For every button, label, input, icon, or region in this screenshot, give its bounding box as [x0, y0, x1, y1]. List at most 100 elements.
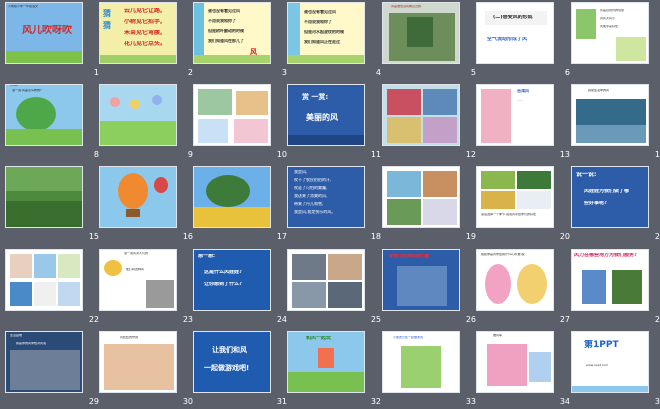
slide-text: 但是河水起波纹的时候	[304, 30, 344, 34]
slide-text: 读后选择一个季节,说说风带给你们的好处	[481, 213, 536, 216]
slide-thumbnail-slot[interactable]: (二)感受风的形成 空气流动形成了风 6	[476, 2, 570, 83]
slide-image-block	[198, 89, 232, 115]
slide-thumbnail-slot[interactable]: 读后选择一个季节,说说风带给你们的好处 20	[476, 166, 570, 247]
slide-thumbnail[interactable]	[382, 166, 460, 228]
slide-thumbnail-slot[interactable]: 感受生活中的风 14	[571, 84, 660, 165]
slide-text: 空气流动形成了风	[487, 37, 528, 42]
slide-thumbnail[interactable]: 风是自然界的现象 风有大有小 风能带来好处	[571, 2, 649, 64]
slide-text: 感受生活中的风	[588, 89, 610, 92]
slide-text: 些好事呢?	[584, 201, 607, 206]
slide-text: 说我们身边的风的力量	[389, 254, 429, 258]
slide-thumbnail-slot[interactable]: 17	[193, 166, 287, 247]
slide-thumbnail[interactable]: 说一说风对人们的 能打转这种风	[99, 249, 177, 311]
slide-image-block	[616, 37, 646, 61]
slide-thumbnail-slot[interactable]: 12	[382, 84, 476, 165]
slide-thumbnail[interactable]	[99, 166, 177, 228]
slide-image-block	[407, 17, 433, 47]
slide-thumbnail-slot[interactable]: 做风车 34	[476, 331, 570, 409]
slide-thumbnail-slot[interactable]: 生活园地 我是你的风你想对风说 29	[5, 331, 99, 409]
slide-thumbnail[interactable]: 谁也没有看见过风 不用说我和你了 但是树叶颤动的时候 我们知道风在那儿了风	[193, 2, 271, 64]
slide-text: 生活园地	[10, 85, 19, 87]
slide-thumbnail[interactable]: 风是谁也没有看见过的	[382, 2, 460, 64]
slide-thumbnail-slot[interactable]: 22	[5, 249, 99, 330]
slide-thumbnail[interactable]: 说一说: 风娃娃为我们做了哪 些好事呢?	[571, 166, 649, 228]
slide-thumbnail[interactable]	[5, 249, 83, 311]
slide-thumbnail-slot[interactable]: 和风一起玩 32	[287, 331, 381, 409]
slide-thumbnail-slot[interactable]: 25	[287, 249, 381, 330]
slide-thumbnail[interactable]: 生活园地 我是你的风你想对风说	[5, 331, 83, 393]
slide-thumbnail[interactable]: 和风一起玩	[287, 331, 365, 393]
slide-thumbnail-slot[interactable]: 谁也没有看见过风 不用说我和你了 但是河水起波纹的时候 我们知道风正在走过 4	[287, 2, 381, 83]
slide-thumbnail[interactable]: 想一想: 这是什么风娃娃? 让你想到了什么?	[193, 249, 271, 311]
slide-image-block	[58, 282, 80, 306]
slide-thumbnail-slot[interactable]: 风力在哪些地方为我们服务? 28	[571, 249, 660, 330]
slide-thumbnail-slot[interactable]: 谁也没有看见过风 不用说我和你了 但是树叶颤动的时候 我们知道风在那儿了风 3	[193, 2, 287, 83]
slide-image-block	[387, 171, 421, 197]
slide-thumbnail[interactable]	[193, 166, 271, 228]
slide-thumbnail[interactable]: 说一说:风是怎么样的? 生活园地	[5, 84, 83, 146]
slide-thumbnail-slot[interactable]: 赏 一赏: 美丽的风 11	[287, 84, 381, 165]
slide-thumbnail-slot[interactable]: 10	[193, 84, 287, 165]
slide-thumbnail-slot[interactable]: 说一说:风是怎么样的? 生活园地 8	[5, 84, 99, 165]
slide-image-block	[582, 270, 606, 304]
slide-number: 26	[465, 315, 476, 324]
slide-text: 人教版小学一年级语文	[8, 5, 39, 8]
slide-thumbnail[interactable]: 做风车	[476, 331, 554, 393]
slide-thumbnail[interactable]: 猜猜 云儿见它让路, 小树见它招手, 禾苗见它弯腰, 花儿见它点头。	[99, 2, 177, 64]
slide-image-block	[152, 95, 162, 105]
slide-image-block	[292, 254, 326, 280]
slide-thumbnail-slot[interactable]: 16	[99, 166, 193, 247]
slide-thumbnail[interactable]: 感受生活中的风	[571, 84, 649, 146]
slide-thumbnail-slot[interactable]: 15	[5, 166, 99, 247]
slide-thumbnail[interactable]: 赏 一赏: 美丽的风	[287, 84, 365, 146]
slide-image-block	[198, 119, 228, 143]
slide-thumbnail-slot[interactable]: 台湾风 …… 13	[476, 84, 570, 165]
slide-text: 让你想到了什么?	[204, 282, 242, 287]
slide-thumbnail[interactable]	[5, 166, 83, 228]
slide-thumbnail-slot[interactable]: 我是风, 吹干了农民伯伯的汗, 吹走了可怕的雾霾, 我送来了凉爽的风, 带来了丹儿和雪,…	[287, 166, 381, 247]
slide-thumbnail-slot[interactable]: 风是自然界的现象风有大有小风能带来好处7	[571, 2, 660, 83]
slide-image-block	[318, 348, 334, 368]
slide-number: 18	[370, 232, 381, 241]
slide-thumbnail[interactable]: 风娃娃的作用	[99, 331, 177, 393]
slide-thumbnail-slot[interactable]: 猜猜云儿见它让路, 小树见它招手, 禾苗见它弯腰, 花儿见它点头。 2	[99, 2, 193, 83]
slide-thumbnail-slot[interactable]: 第1PPT www.1ppt.com 35	[571, 331, 660, 409]
slide-thumbnail-slot[interactable]: 说我们身边的风的力量 26	[382, 249, 476, 330]
slide-text: 假如你是风你会用(什么)对(谁)说	[481, 253, 525, 256]
slide-number: 24	[276, 315, 287, 324]
slide-number: 6	[564, 68, 570, 77]
slide-thumbnail-slot[interactable]: 19	[382, 166, 476, 247]
slide-thumbnail-slot[interactable]: 风是谁也没有看见过的 5	[382, 2, 476, 83]
slide-thumbnail[interactable]: 谁也没有看见过风 不用说我和你了 但是河水起波纹的时候 我们知道风正在走过	[287, 2, 365, 64]
slide-text: 花儿见它点头。	[124, 41, 167, 47]
slide-thumbnail-slot[interactable]: 风娃娃的作用 30	[99, 331, 193, 409]
slide-thumbnail-slot[interactable]: 说一说风对人们的 能打转这种风 23	[99, 249, 193, 330]
slide-thumbnail[interactable]	[287, 249, 365, 311]
slide-thumbnail-slot[interactable]: 小朋友们在一起做游戏 33	[382, 331, 476, 409]
slide-image-block	[517, 264, 547, 304]
slide-thumbnail-slot[interactable]: 说一说: 风娃娃为我们做了哪些好事呢? 21	[571, 166, 660, 247]
slide-thumbnail[interactable]: 说我们身边的风的力量	[382, 249, 460, 311]
slide-thumbnail-slot[interactable]: 想一想: 这是什么风娃娃? 让你想到了什么? 24	[193, 249, 287, 330]
slide-image-block	[110, 97, 120, 107]
slide-thumbnail[interactable]: 台湾风 ……	[476, 84, 554, 146]
slide-thumbnail-slot[interactable]: 9	[99, 84, 193, 165]
slide-thumbnail-slot[interactable]: 让我们和风 一起做游戏吧! 31	[193, 331, 287, 409]
slide-thumbnail[interactable]: 第1PPT www.1ppt.com	[571, 331, 649, 393]
slide-text: 吹干了农民伯伯的汗,	[294, 178, 332, 182]
slide-thumbnail[interactable]: 我是风, 吹干了农民伯伯的汗, 吹走了可怕的雾霾, 我送来了凉爽的风, 带来了丹儿和雪,…	[287, 166, 365, 228]
slide-thumbnail[interactable]	[99, 84, 177, 146]
slide-thumbnail-slot[interactable]: 风儿吹呀吹 人教版小学一年级语文 1	[5, 2, 99, 83]
slide-thumbnail[interactable]: 风力在哪些地方为我们服务?	[571, 249, 649, 311]
slide-thumbnail[interactable]: 让我们和风 一起做游戏吧!	[193, 331, 271, 393]
slide-text: 吹走了可怕的雾霾,	[294, 186, 328, 190]
slide-thumbnail[interactable]: (二)感受风的形成 空气流动形成了风	[476, 2, 554, 64]
slide-thumbnail[interactable]: 风儿吹呀吹 人教版小学一年级语文	[5, 2, 83, 64]
slide-thumbnail[interactable]	[193, 84, 271, 146]
slide-text: 做风车	[493, 334, 503, 337]
slide-thumbnail[interactable]: 假如你是风你会用(什么)对(谁)说	[476, 249, 554, 311]
slide-thumbnail-slot[interactable]: 假如你是风你会用(什么)对(谁)说 27	[476, 249, 570, 330]
slide-thumbnail[interactable]: 读后选择一个季节,说说风带给你们的好处	[476, 166, 554, 228]
slide-thumbnail[interactable]: 小朋友们在一起做游戏	[382, 331, 460, 393]
slide-thumbnail[interactable]	[382, 84, 460, 146]
